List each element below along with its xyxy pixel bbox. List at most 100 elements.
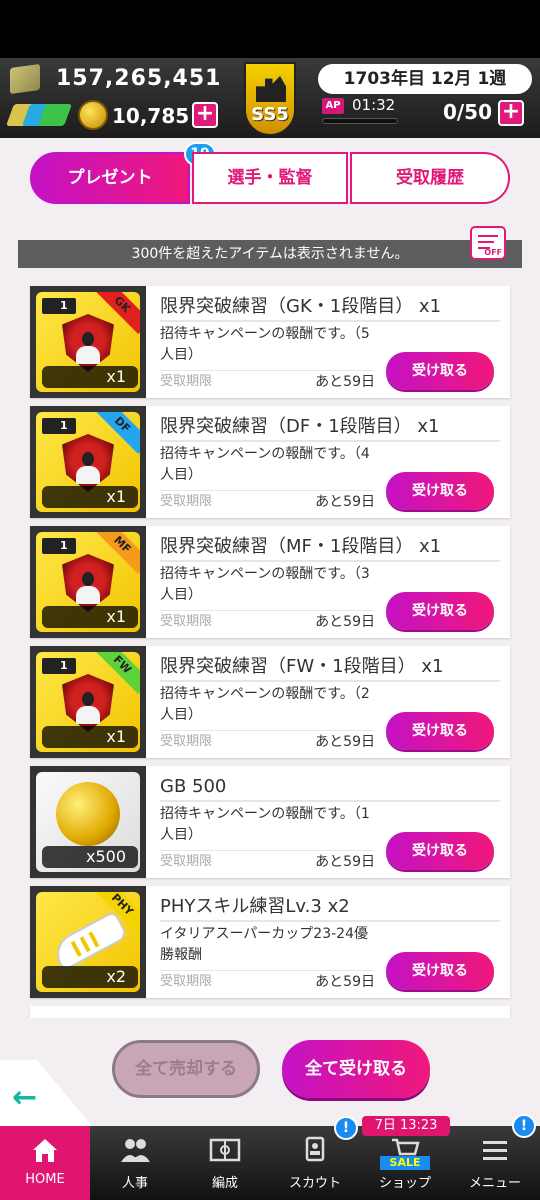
logo-text: SS5 xyxy=(251,104,289,125)
expiry-value: あと59日 xyxy=(315,614,375,630)
item-thumbnail: x500 xyxy=(30,766,146,878)
item-expiry: 受取期限 あと59日 xyxy=(160,970,375,992)
expiry-label: 受取期限 xyxy=(160,734,213,749)
expiry-label: 受取期限 xyxy=(160,494,213,509)
item-description: 招待キャンペーンの報酬です。（4人目） xyxy=(160,446,370,483)
item-quantity: x1 xyxy=(42,726,138,748)
thumb-frame: x500 xyxy=(36,772,140,872)
receive-button[interactable]: 受け取る xyxy=(386,712,494,750)
item-title: PHYスキル練習Lv.3 x2 xyxy=(160,892,500,922)
thumb-frame: 1 MF x1 xyxy=(36,532,140,632)
item-quantity: x1 xyxy=(42,366,138,388)
add-gb-button[interactable]: + xyxy=(192,102,218,128)
filter-icon-line xyxy=(478,241,494,243)
player-icon xyxy=(76,692,100,724)
game-date: 1703年目 12月 1週 xyxy=(318,64,532,94)
shop-sale-timer: 7日 13:23 xyxy=(362,1116,450,1136)
item-title: 限界突破練習（DF・1段階目） x1 xyxy=(160,412,500,442)
item-quantity: x1 xyxy=(42,486,138,508)
item-title: 限界突破練習（MF・1段階目） x1 xyxy=(160,532,500,562)
player-icon xyxy=(76,452,100,484)
item-quantity: x500 xyxy=(42,846,138,868)
tab-bar: プレゼント 19 選手・監督 受取履歴 xyxy=(30,142,510,204)
expiry-label: 受取期限 xyxy=(160,374,213,389)
item-description: 招待キャンペーンの報酬です。（3人目） xyxy=(160,566,370,603)
expiry-label: 受取期限 xyxy=(160,974,213,989)
tab-present[interactable]: プレゼント xyxy=(30,152,190,204)
item-description: 招待キャンペーンの報酬です。（1人目） xyxy=(160,806,370,843)
gb-row: 10,785 + xyxy=(0,98,240,134)
item-quantity: x1 xyxy=(42,606,138,628)
nav-formation[interactable]: 編成 xyxy=(180,1126,270,1200)
expiry-label: 受取期限 xyxy=(160,854,213,869)
back-button[interactable]: ← xyxy=(0,1060,92,1126)
rank-badge: 1 xyxy=(42,658,76,674)
back-arrow-icon: ← xyxy=(12,1080,38,1115)
present-item: 1 FW x1 限界突破練習（FW・1段階目） x1 招待キャンペーンの報酬です… xyxy=(30,646,510,758)
nav-label: スカウト xyxy=(288,1176,341,1191)
receive-button[interactable]: 受け取る xyxy=(386,592,494,630)
menu-icon xyxy=(483,1141,507,1160)
player-icon xyxy=(76,332,100,364)
rank-badge: 1 xyxy=(42,418,76,434)
cash-icon xyxy=(10,63,40,95)
sell-all-button[interactable]: 全て売却する xyxy=(112,1040,260,1098)
nav-home[interactable]: HOME xyxy=(0,1126,90,1200)
item-description: 招待キャンペーンの報酬です。（5人目） xyxy=(160,326,370,363)
receive-button[interactable]: 受け取る xyxy=(386,472,494,510)
nav-personnel[interactable]: 人事 xyxy=(90,1126,180,1200)
expiry-value: あと59日 xyxy=(315,374,375,390)
ap-count: 0/50 xyxy=(442,100,492,124)
rank-badge: 1 xyxy=(42,298,76,314)
present-list[interactable]: 1 GK x1 限界突破練習（GK・1段階目） x1 招待キャンペーンの報酬です… xyxy=(18,280,522,1018)
item-thumbnail: 1 MF x1 xyxy=(30,526,146,638)
sale-tag: SALE xyxy=(380,1156,430,1170)
cards-icon xyxy=(5,104,73,130)
people-icon xyxy=(121,1139,150,1162)
expiry-value: あと59日 xyxy=(315,494,375,510)
nav-shop[interactable]: SALE ショップ xyxy=(360,1126,450,1200)
receive-button[interactable]: 受け取る xyxy=(386,952,494,990)
present-item: x500 GB 500 招待キャンペーンの報酬です。（1人目） 受取期限 あと59… xyxy=(30,766,510,878)
building-icon xyxy=(256,76,286,102)
bottom-nav: HOME 人事 編成 スカウト SALE ショップ メニュー xyxy=(0,1126,540,1200)
ap-badge: AP xyxy=(322,98,344,114)
item-expiry: 受取期限 あと59日 xyxy=(160,610,375,632)
item-thumbnail: PHY x2 xyxy=(30,886,146,998)
filter-button[interactable]: OFF xyxy=(470,226,506,260)
expiry-value: あと59日 xyxy=(315,974,375,990)
menu-alert-badge: ! xyxy=(512,1114,536,1138)
receive-button[interactable]: 受け取る xyxy=(386,832,494,870)
item-description: イタリアスーパーカップ23-24優勝報酬 xyxy=(160,926,368,963)
thumb-frame: 1 GK x1 xyxy=(36,292,140,392)
nav-label: HOME xyxy=(25,1172,65,1187)
home-icon xyxy=(33,1139,57,1162)
limit-notice: 300件を超えたアイテムは表示されません。 xyxy=(18,240,522,268)
present-item: 1 GK x1 限界突破練習（GK・1段階目） x1 招待キャンペーンの報酬です… xyxy=(30,286,510,398)
tab-receive-history[interactable]: 受取履歴 xyxy=(350,152,510,204)
gold-ball-icon xyxy=(56,782,120,846)
item-thumbnail: 1 FW x1 xyxy=(30,646,146,758)
present-item-partial xyxy=(30,1006,510,1018)
club-logo[interactable]: SS5 xyxy=(244,62,296,136)
item-expiry: 受取期限 あと59日 xyxy=(160,370,375,392)
nav-label: 人事 xyxy=(121,1176,148,1191)
player-icon xyxy=(76,572,100,604)
expiry-value: あと59日 xyxy=(315,734,375,750)
pitch-icon xyxy=(209,1138,241,1162)
item-quantity: x2 xyxy=(42,966,138,988)
boot-icon xyxy=(49,910,129,972)
thumb-frame: 1 DF x1 xyxy=(36,412,140,512)
item-expiry: 受取期限 あと59日 xyxy=(160,850,375,872)
gold-ball-icon xyxy=(78,100,108,130)
present-item: PHY x2 PHYスキル練習Lv.3 x2 イタリアスーパーカップ23-24優… xyxy=(30,886,510,998)
nav-label: メニュー xyxy=(468,1176,521,1191)
add-ap-button[interactable]: + xyxy=(498,100,524,126)
receive-button[interactable]: 受け取る xyxy=(386,352,494,390)
item-description: 招待キャンペーンの報酬です。（2人目） xyxy=(160,686,370,723)
tab-players-managers[interactable]: 選手・監督 xyxy=(192,152,348,204)
receive-all-button[interactable]: 全て受け取る xyxy=(282,1040,430,1098)
item-thumbnail: 1 GK x1 xyxy=(30,286,146,398)
system-status-bar xyxy=(0,0,540,58)
item-title: GB 500 xyxy=(160,772,500,802)
